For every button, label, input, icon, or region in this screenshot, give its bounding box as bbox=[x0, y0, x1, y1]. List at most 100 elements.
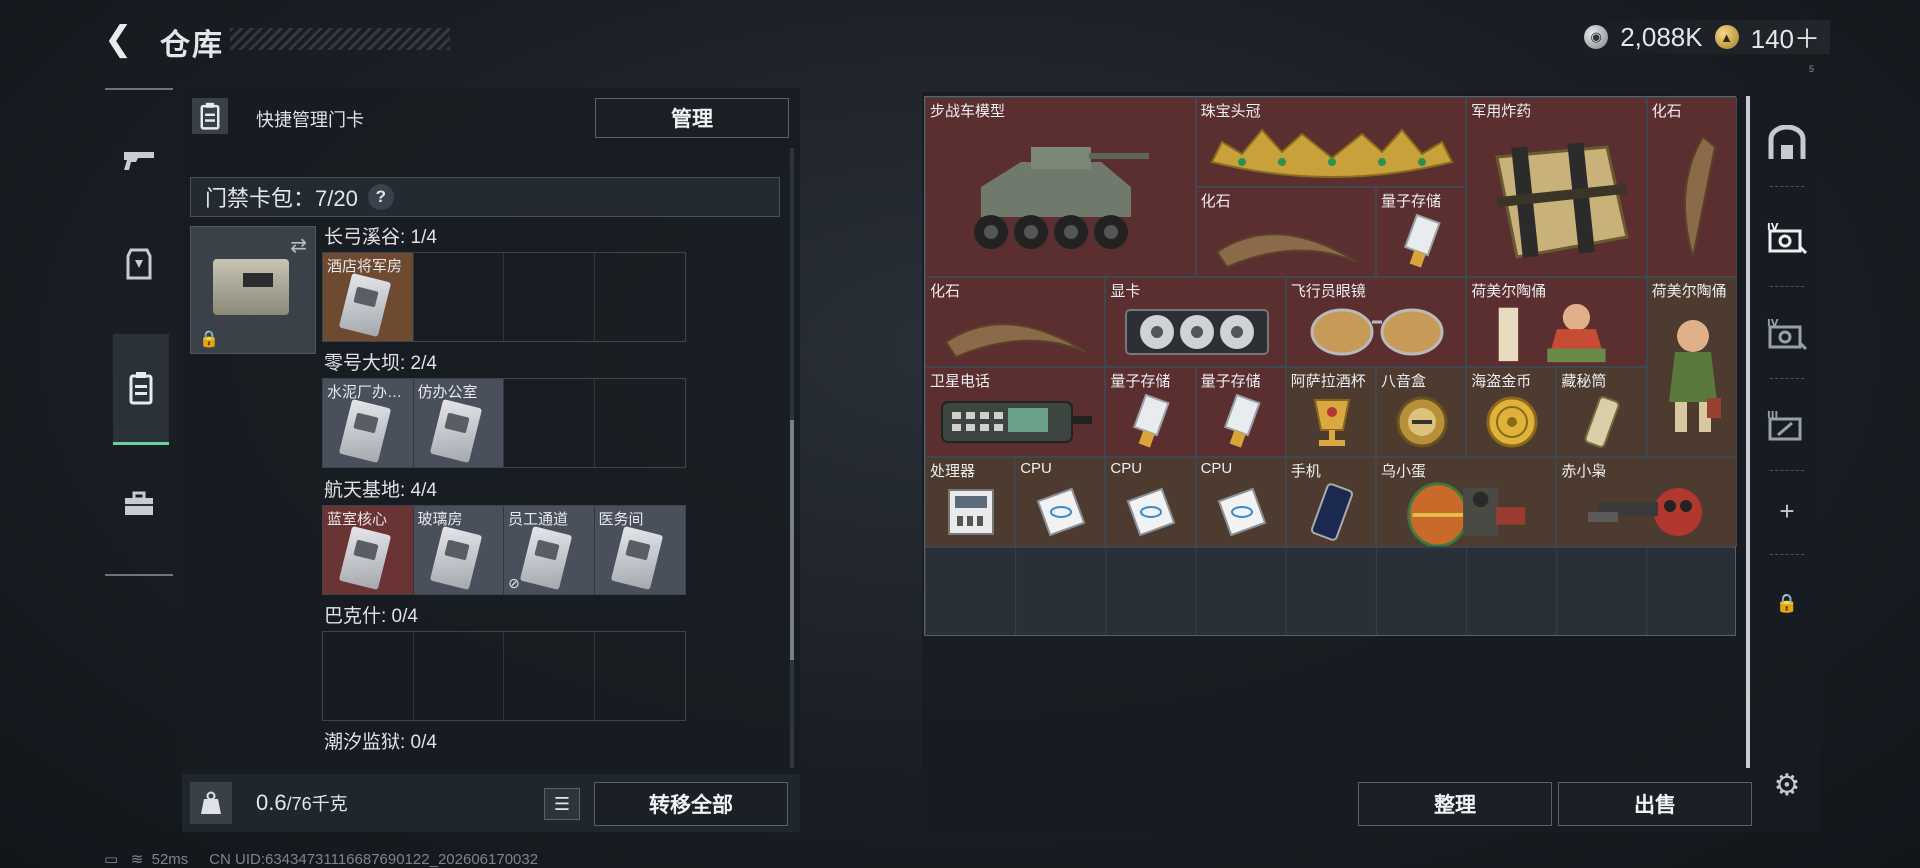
storage-tab-rail: IV IV III + 🔒 ⚙ bbox=[1756, 96, 1818, 832]
figure-image bbox=[1489, 298, 1625, 371]
keycard-scroll-thumb[interactable] bbox=[790, 420, 794, 660]
card-bag-slot[interactable]: ⇄ 🔒 bbox=[190, 226, 316, 354]
storage-item[interactable]: 化石 bbox=[925, 277, 1106, 367]
silver-coin-icon: ◉ bbox=[1584, 25, 1609, 49]
owl-image bbox=[1578, 482, 1718, 547]
keycard-label: 员工通道 bbox=[508, 511, 569, 528]
empty-keycard-slot[interactable] bbox=[504, 632, 595, 720]
item-name: 量子存储 bbox=[1381, 193, 1442, 210]
gold-currency-amount[interactable]: 140＋ bbox=[1751, 19, 1820, 56]
empty-keycard-slot[interactable] bbox=[595, 632, 686, 720]
keycard-slot-row: 水泥厂办… 仿办公室 bbox=[322, 378, 686, 468]
empty-keycard-slot[interactable] bbox=[323, 632, 414, 720]
empty-keycard-slot[interactable] bbox=[504, 379, 595, 467]
keycard-slot[interactable]: 仿办公室 bbox=[413, 379, 504, 467]
keycard-icon[interactable] bbox=[113, 334, 169, 445]
map-title: 潮汐监狱: 0/4 bbox=[324, 732, 437, 753]
storage-item[interactable]: 卫星电话 bbox=[925, 367, 1106, 457]
bunker-icon[interactable] bbox=[1764, 120, 1810, 166]
safe-iv-icon[interactable]: IV bbox=[1764, 310, 1810, 356]
storage-item[interactable]: 显卡 bbox=[1105, 277, 1286, 367]
map-title: 航天基地: 4/4 bbox=[324, 480, 437, 501]
storage-item[interactable]: 阿萨拉酒杯 bbox=[1285, 367, 1376, 457]
storage-item[interactable]: CPU bbox=[1195, 457, 1286, 547]
storage-item[interactable]: 赤小枭 bbox=[1556, 457, 1737, 547]
storage-item[interactable]: CPU bbox=[1105, 457, 1196, 547]
storage-item[interactable]: 荷美尔陶俑 bbox=[1646, 277, 1737, 457]
storage-item[interactable]: 飞行员眼镜 bbox=[1285, 277, 1467, 367]
storage-item[interactable]: 珠宝头冠 bbox=[1195, 97, 1467, 187]
storage-scrollbar[interactable] bbox=[1746, 96, 1750, 768]
keycard-image bbox=[429, 398, 482, 464]
gun-icon[interactable] bbox=[113, 134, 165, 186]
storage-item[interactable]: 手机 bbox=[1285, 457, 1376, 547]
manage-button[interactable]: 管理 bbox=[595, 98, 789, 138]
keycard-slot[interactable]: 酒店将军房 bbox=[323, 253, 414, 341]
swap-icon[interactable]: ⇄ bbox=[290, 233, 307, 258]
storage-item[interactable]: 荷美尔陶俑 bbox=[1466, 277, 1647, 367]
item-name: CPU bbox=[1200, 460, 1233, 477]
claw-v-image bbox=[1663, 127, 1723, 272]
keycard-slot[interactable]: 水泥厂办… bbox=[323, 379, 414, 467]
item-name: 处理器 bbox=[930, 463, 976, 480]
safe-iv-icon[interactable]: IV bbox=[1764, 214, 1810, 260]
usb-image bbox=[1222, 392, 1262, 457]
storage-item[interactable]: 处理器 bbox=[925, 457, 1016, 547]
toolbox-icon[interactable] bbox=[113, 478, 165, 530]
category-rail bbox=[105, 88, 173, 576]
safe-iii-icon[interactable]: III bbox=[1764, 402, 1810, 448]
sort-button[interactable]: 整理 bbox=[1358, 782, 1552, 826]
storage-item[interactable]: 海盗金币 bbox=[1466, 367, 1557, 457]
back-icon[interactable]: ❮ bbox=[104, 22, 138, 56]
list-icon[interactable]: ☰ bbox=[544, 788, 580, 820]
keycard-slot-row: 蓝室核心 玻璃房 员工通道 ⊘ 医务间 bbox=[322, 505, 686, 595]
coin-image bbox=[1484, 394, 1540, 455]
armor-icon[interactable] bbox=[113, 238, 165, 290]
keycard-slot[interactable]: 玻璃房 bbox=[413, 506, 504, 594]
crown-image bbox=[1202, 122, 1462, 187]
plus-icon[interactable]: + bbox=[1764, 488, 1810, 534]
cpu-image bbox=[1123, 484, 1179, 545]
storage-item[interactable]: 藏秘筒 bbox=[1556, 367, 1647, 457]
keycard-slot[interactable]: 医务间 bbox=[594, 506, 685, 594]
storage-grid[interactable]: 步战车模型 珠宝头冠 军用炸药 化石 化石 量子存储 化石 显卡 飞行员眼镜 荷美尔陶俑 荷美尔陶俑… bbox=[924, 96, 1737, 636]
storage-item[interactable]: 步战车模型 bbox=[925, 97, 1196, 277]
battery-icon: ▭ bbox=[104, 851, 119, 868]
item-name: 军用炸药 bbox=[1471, 103, 1532, 120]
weight-icon bbox=[190, 782, 232, 824]
storage-item[interactable]: 八音盒 bbox=[1376, 367, 1467, 457]
figure-v-image bbox=[1663, 312, 1723, 447]
empty-keycard-slot[interactable] bbox=[414, 253, 504, 341]
empty-keycard-slot[interactable] bbox=[504, 253, 595, 341]
storage-item[interactable]: 化石 bbox=[1195, 187, 1376, 277]
keycard-image bbox=[610, 525, 663, 591]
transfer-all-button[interactable]: 转移全部 bbox=[594, 782, 788, 826]
help-icon[interactable]: ? bbox=[367, 184, 394, 210]
keycard-slot[interactable]: 蓝室核心 bbox=[323, 506, 414, 594]
claw-image bbox=[936, 302, 1096, 367]
storage-item[interactable]: 量子存储 bbox=[1376, 187, 1467, 277]
storage-item[interactable]: 量子存储 bbox=[1105, 367, 1196, 457]
gear-icon[interactable]: ⚙ bbox=[1764, 762, 1810, 808]
keycard-bag-image bbox=[213, 259, 289, 315]
storage-item[interactable]: 量子存储 bbox=[1195, 367, 1286, 457]
empty-keycard-slot[interactable] bbox=[414, 632, 504, 720]
item-name: 卫星电话 bbox=[930, 373, 991, 390]
item-name: 飞行员眼镜 bbox=[1290, 283, 1366, 300]
item-name: 乌小蛋 bbox=[1381, 463, 1427, 480]
empty-keycard-slot[interactable] bbox=[595, 379, 686, 467]
storage-item[interactable]: 乌小蛋 bbox=[1376, 457, 1557, 548]
sell-button[interactable]: 出售 bbox=[1558, 782, 1752, 826]
keycard-slot[interactable]: 员工通道 ⊘ bbox=[504, 506, 595, 594]
item-name: 显卡 bbox=[1110, 283, 1141, 300]
empty-keycard-slot[interactable] bbox=[595, 253, 686, 341]
storage-item[interactable]: CPU bbox=[1015, 457, 1106, 547]
weight-value: 0.6 bbox=[256, 790, 287, 815]
processor-image bbox=[943, 482, 999, 547]
status-bar: ▭ ≋ 52ms CN UID:63434731116687690122_202… bbox=[104, 850, 538, 868]
glasses-image bbox=[1302, 302, 1452, 367]
storage-item[interactable]: 化石 bbox=[1646, 97, 1737, 277]
storage-item[interactable]: 军用炸药 bbox=[1466, 97, 1647, 277]
item-name: 藏秘筒 bbox=[1561, 373, 1607, 390]
version-indicator: 5 bbox=[1808, 64, 1814, 74]
